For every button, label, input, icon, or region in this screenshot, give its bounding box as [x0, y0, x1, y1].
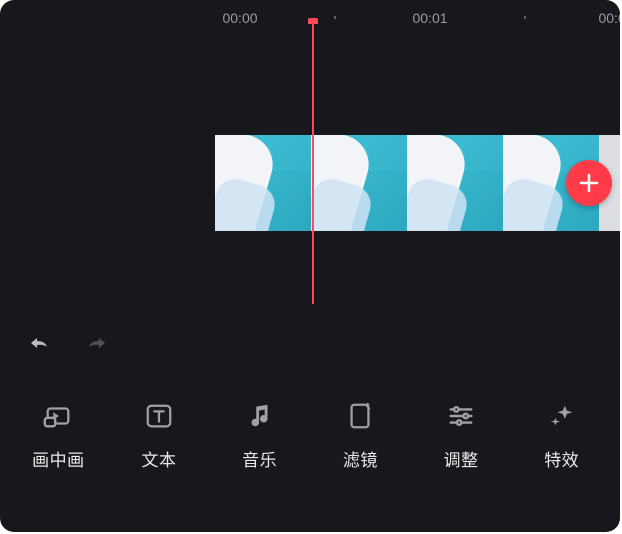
filter-icon: [344, 400, 376, 432]
tool-music[interactable]: 音乐: [209, 392, 310, 504]
ruler-time-2: 00:02: [598, 10, 620, 26]
tool-label: 音乐: [242, 446, 277, 471]
plus-icon: [577, 171, 601, 195]
tool-filter[interactable]: 滤镜: [310, 392, 411, 504]
undo-icon: [24, 334, 54, 358]
clip-thumbnail[interactable]: [407, 135, 503, 231]
redo-icon: [82, 334, 112, 358]
playhead[interactable]: [312, 24, 314, 304]
pip-icon: [42, 400, 74, 432]
ruler-time-1: 00:01: [412, 10, 447, 26]
tool-label: 调整: [444, 446, 479, 471]
clip-thumbnail[interactable]: [215, 135, 311, 231]
undo-button[interactable]: [24, 334, 54, 363]
tool-label: 特效: [544, 446, 579, 471]
text-icon: [143, 400, 175, 432]
history-bar: [24, 334, 112, 362]
adjust-icon: [445, 400, 477, 432]
add-clip-button[interactable]: [566, 160, 612, 206]
music-icon: [244, 400, 276, 432]
tool-pip[interactable]: 画中画: [8, 392, 109, 504]
video-editor: { "timeline": { "labels": [ {"text":"00:…: [0, 0, 620, 532]
tool-adjust[interactable]: 调整: [411, 392, 512, 504]
tool-label: 文本: [142, 446, 177, 471]
clip-strip[interactable]: [215, 135, 620, 231]
ruler-time-0: 00:00: [222, 10, 257, 26]
tool-effects[interactable]: 特效: [511, 392, 612, 504]
tool-label: 画中画: [32, 446, 85, 471]
toolbar: 画中画 文本 音乐: [0, 392, 620, 504]
redo-button[interactable]: [82, 334, 112, 363]
effects-icon: [546, 400, 578, 432]
ruler-tick: [524, 16, 526, 19]
ruler-tick: [334, 16, 336, 19]
clip-thumbnail[interactable]: [311, 135, 407, 231]
tool-label: 滤镜: [343, 446, 378, 471]
tool-text[interactable]: 文本: [109, 392, 210, 504]
